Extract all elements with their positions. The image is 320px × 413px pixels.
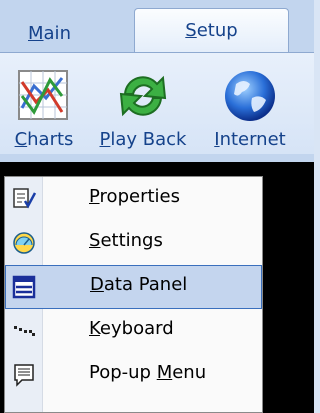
internet-button[interactable]: Internet [198, 53, 302, 163]
tab-main[interactable]: Main [28, 17, 71, 52]
ribbon-edge [0, 154, 314, 162]
menu-item-popup-menu[interactable]: Pop-up Menu [5, 353, 262, 397]
tab-strip: Main Setup [0, 0, 314, 54]
tab-setup[interactable]: Setup [134, 8, 289, 54]
menu-item-keyboard[interactable]: Keyboard [5, 309, 262, 353]
data-panel-icon [12, 275, 36, 299]
chart-icon [18, 70, 68, 120]
menu-item-label: Pop-up Menu [89, 362, 207, 383]
settings-icon [13, 232, 35, 254]
internet-label: Internet [214, 129, 286, 150]
menu-item-data-panel[interactable]: Data Panel [5, 265, 262, 309]
menu-item-label: Settings [89, 230, 163, 251]
keyboard-icon [14, 326, 35, 336]
menu-item-label: Data Panel [90, 274, 188, 295]
play-back-label: Play Back [99, 129, 187, 150]
menu-item-properties[interactable]: Properties [5, 177, 262, 221]
refresh-icon [119, 75, 167, 117]
menu-item-label: Properties [89, 186, 180, 207]
charts-label: Charts [14, 129, 74, 150]
dropdown-menu: Properties Settings Data Panel Keyboard [4, 176, 263, 413]
ribbon: Charts Play Back Internet [0, 52, 314, 163]
play-back-button[interactable]: Play Back [89, 53, 197, 163]
menu-item-settings[interactable]: Settings [5, 221, 262, 265]
menu-item-label: Keyboard [89, 318, 174, 339]
charts-button[interactable]: Charts [0, 53, 88, 163]
properties-icon [13, 188, 36, 209]
globe-icon [225, 71, 275, 121]
popup-menu-icon [14, 364, 34, 387]
